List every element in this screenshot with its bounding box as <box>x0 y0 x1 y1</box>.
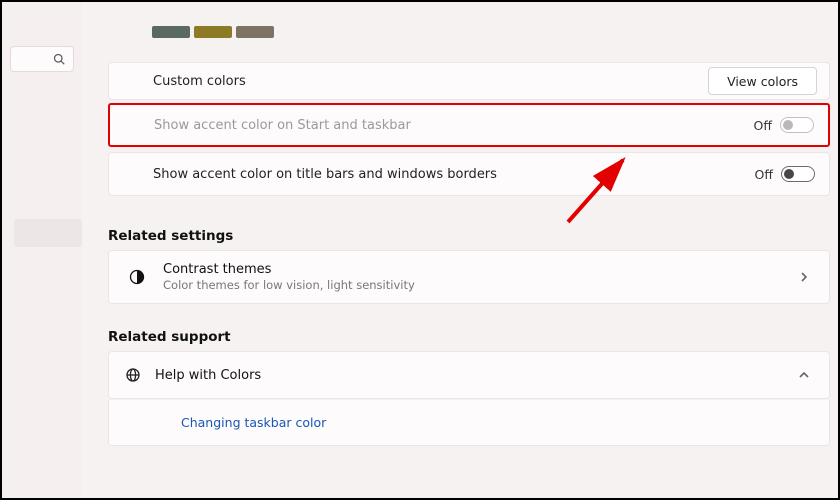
accent-titlebars-label: Show accent color on title bars and wind… <box>153 167 497 182</box>
accent-title-state: Off <box>755 167 773 182</box>
sidebar <box>2 2 82 498</box>
accent-start-label: Show accent color on Start and taskbar <box>154 118 411 133</box>
accent-title-toggle-wrap: Off <box>755 166 815 182</box>
swatch-3[interactable] <box>236 26 274 38</box>
help-link-row: Changing taskbar color <box>108 400 830 446</box>
chevron-right-icon <box>799 272 809 282</box>
help-with-colors-row[interactable]: Help with Colors <box>108 351 830 399</box>
custom-colors-row: Custom colors View colors <box>108 62 830 100</box>
custom-colors-label: Custom colors <box>153 74 246 89</box>
settings-window: Custom colors View colors Show accent co… <box>0 0 840 500</box>
related-settings-heading: Related settings <box>108 228 233 244</box>
accent-titlebars-row[interactable]: Show accent color on title bars and wind… <box>108 152 830 196</box>
swatch-1[interactable] <box>152 26 190 38</box>
main-content: Custom colors View colors Show accent co… <box>108 2 830 498</box>
accent-start-taskbar-row[interactable]: Show accent color on Start and taskbar O… <box>108 103 830 147</box>
view-colors-button[interactable]: View colors <box>708 67 817 95</box>
swatch-2[interactable] <box>194 26 232 38</box>
globe-icon <box>125 367 141 383</box>
contrast-subtitle: Color themes for low vision, light sensi… <box>163 278 799 292</box>
search-input[interactable] <box>10 46 74 72</box>
sidebar-active-item[interactable] <box>14 219 82 247</box>
contrast-themes-row[interactable]: Contrast themes Color themes for low vis… <box>108 250 830 304</box>
contrast-icon <box>129 269 145 285</box>
accent-start-state: Off <box>754 118 772 133</box>
accent-start-toggle[interactable] <box>780 117 814 133</box>
chevron-up-icon <box>799 370 809 380</box>
related-support-heading: Related support <box>108 329 231 345</box>
changing-taskbar-color-link[interactable]: Changing taskbar color <box>181 415 326 430</box>
search-icon <box>53 53 65 65</box>
contrast-title: Contrast themes <box>163 262 799 277</box>
accent-title-toggle[interactable] <box>781 166 815 182</box>
accent-start-toggle-wrap: Off <box>754 117 814 133</box>
color-swatches <box>152 26 274 38</box>
help-with-colors-label: Help with Colors <box>155 368 799 383</box>
